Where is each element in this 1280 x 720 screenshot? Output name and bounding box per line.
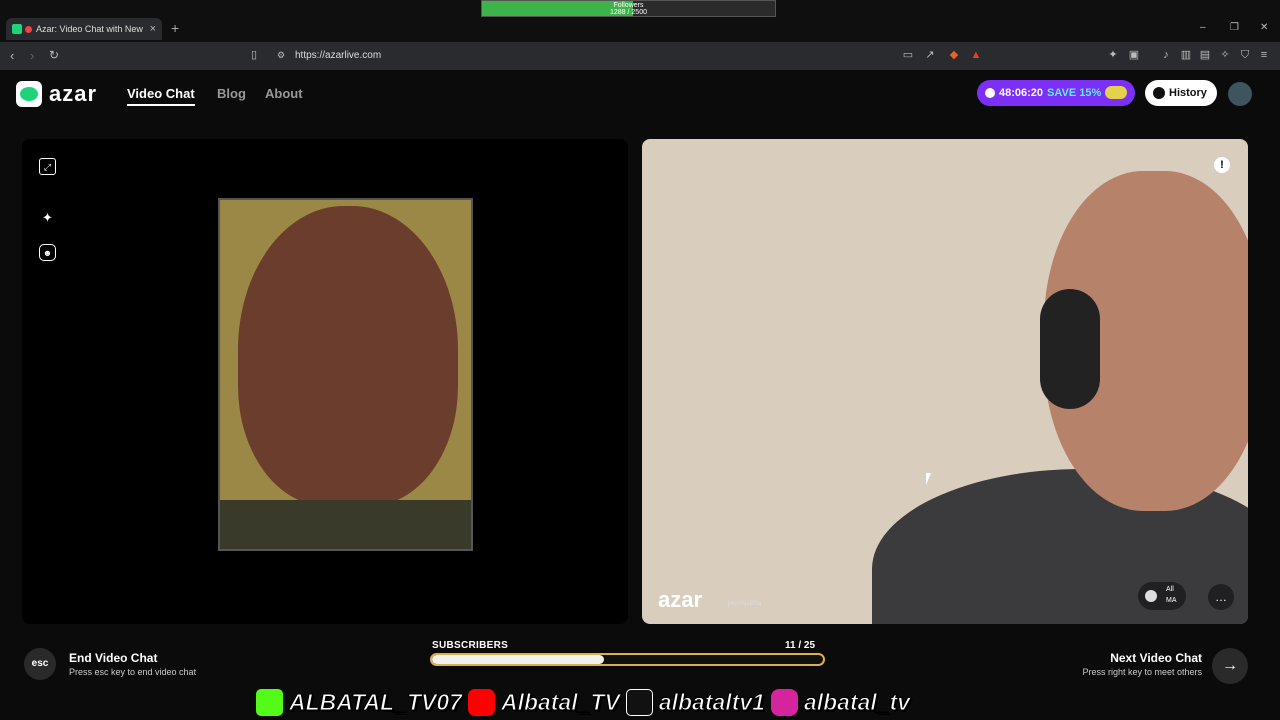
- promo-timer: 48:06:20: [999, 87, 1044, 99]
- nav-video-chat[interactable]: Video Chat: [127, 86, 195, 106]
- browser-tab[interactable]: Azar: Video Chat with New Pe ×: [6, 18, 162, 40]
- azar-logo-icon: [16, 81, 42, 107]
- next-video-chat-hint: Press right key to meet others: [1082, 667, 1202, 677]
- history-button[interactable]: History: [1145, 80, 1217, 106]
- subscribers-progress-fill: [432, 655, 605, 664]
- promo-label: SAVE 15%: [1047, 87, 1102, 99]
- person-icon: [1145, 590, 1157, 602]
- instagram-icon: [770, 688, 798, 716]
- esc-button[interactable]: esc: [24, 648, 56, 680]
- report-icon[interactable]: !: [1214, 157, 1230, 173]
- azar-logo-text: azar: [49, 81, 98, 106]
- minimize-button[interactable]: –: [1200, 22, 1206, 33]
- followers-goal-text: Followers 1288 / 2500: [482, 2, 775, 16]
- self-shirt-image: [220, 500, 471, 549]
- watermark-id: jmpYAj1BSa: [728, 601, 762, 607]
- nav-about[interactable]: About: [265, 86, 303, 101]
- music-icon[interactable]: ♪: [1160, 49, 1172, 61]
- site-info-icon[interactable]: ⚙: [275, 49, 287, 61]
- youtube-handle: Albatal_TV: [500, 688, 620, 715]
- azar-site: azar Video Chat Blog About 48:06:20 SAVE…: [0, 70, 1280, 690]
- vpn-icon[interactable]: ⛉: [1239, 49, 1251, 61]
- magic-wand-icon[interactable]: ✦: [39, 209, 56, 226]
- kick-icon: [256, 688, 283, 716]
- menu-icon[interactable]: ≡: [1258, 49, 1270, 61]
- sidebar-icon[interactable]: ▥: [1180, 49, 1192, 61]
- filter-country-label: MA: [1166, 597, 1177, 604]
- social-banner: ALBATAL_TV07 Albatal_TV albataltv1 albat…: [256, 686, 1026, 718]
- followers-goal-bar: Followers 1288 / 2500: [481, 0, 776, 17]
- instagram-handle: albatal_tv: [803, 688, 911, 715]
- filter-button[interactable]: All MA: [1138, 582, 1186, 610]
- face-effect-icon[interactable]: ☻: [39, 244, 56, 261]
- youtube-icon: [467, 688, 495, 716]
- avatar[interactable]: [1228, 82, 1252, 106]
- new-tab-button[interactable]: +: [171, 20, 179, 36]
- tiktok-icon: [625, 688, 653, 716]
- reload-icon[interactable]: ↻: [49, 48, 59, 62]
- clock-icon: [985, 88, 995, 98]
- promo-button[interactable]: 48:06:20 SAVE 15%: [977, 80, 1135, 106]
- history-icon: [1153, 87, 1165, 99]
- cast-icon[interactable]: ▭: [902, 49, 914, 61]
- browser-tab-bar: Azar: Video Chat with New Pe × + – ❐ ✕ F…: [0, 0, 1280, 42]
- kick-handle: ALBATAL_TV07: [289, 688, 463, 715]
- subscribers-label: SUBSCRIBERS: [432, 640, 509, 651]
- remote-video-panel: ! azar jmpYAj1BSa All MA …: [642, 139, 1248, 624]
- screenshot-icon[interactable]: ▣: [1128, 49, 1140, 61]
- close-window-button[interactable]: ✕: [1260, 22, 1268, 33]
- azar-logo[interactable]: azar: [16, 81, 97, 107]
- history-label: History: [1169, 87, 1207, 99]
- browser-address-bar: ‹ › ↻ ▯ ⚙ https://azarlive.com ▭ ↗ ◆ ▲ ✦…: [0, 42, 1280, 70]
- recording-icon: [25, 25, 32, 33]
- bookmark-icon[interactable]: ▯: [248, 49, 260, 61]
- maximize-button[interactable]: ❐: [1230, 22, 1239, 33]
- leo-ai-icon[interactable]: ✧: [1219, 49, 1231, 61]
- back-icon[interactable]: ‹: [10, 48, 14, 63]
- end-video-chat-title: End Video Chat: [69, 651, 158, 665]
- share-icon[interactable]: ↗: [924, 49, 936, 61]
- next-arrow-button[interactable]: →: [1212, 648, 1248, 684]
- tab-close-icon[interactable]: ×: [150, 23, 156, 35]
- nav-blog[interactable]: Blog: [217, 86, 246, 101]
- chat-icon[interactable]: …: [1208, 584, 1234, 610]
- next-video-chat-title: Next Video Chat: [1110, 651, 1202, 665]
- forward-icon[interactable]: ›: [30, 48, 34, 63]
- filter-all-label: All: [1166, 586, 1174, 593]
- fullscreen-icon[interactable]: ⤢: [39, 158, 56, 175]
- azar-watermark: azar: [658, 587, 703, 612]
- local-video-panel: ⤢ ✦ ☻: [22, 139, 628, 624]
- url-field[interactable]: https://azarlive.com: [295, 50, 381, 61]
- brave-rewards-icon[interactable]: ▲: [970, 49, 982, 61]
- headset-image: [1040, 289, 1100, 409]
- followers-value: 1288 / 2500: [610, 9, 647, 16]
- mouse-cursor-icon: [926, 473, 936, 485]
- tiktok-handle: albataltv1: [658, 688, 765, 715]
- azar-favicon-icon: [12, 24, 22, 34]
- subscribers-count: 11 / 25: [785, 640, 816, 651]
- self-face-image: [238, 206, 458, 506]
- tab-title: Azar: Video Chat with New Pe: [36, 24, 146, 34]
- local-video-feed: [218, 198, 473, 551]
- subscribers-progress-bar: [430, 653, 825, 666]
- end-video-chat-hint: Press esc key to end video chat: [69, 667, 197, 677]
- coins-icon: [1105, 86, 1127, 99]
- wallet-icon[interactable]: ▤: [1199, 49, 1211, 61]
- brave-shield-icon[interactable]: ◆: [948, 49, 960, 61]
- followers-label: Followers: [613, 2, 644, 9]
- extensions-icon[interactable]: ✦: [1107, 49, 1119, 61]
